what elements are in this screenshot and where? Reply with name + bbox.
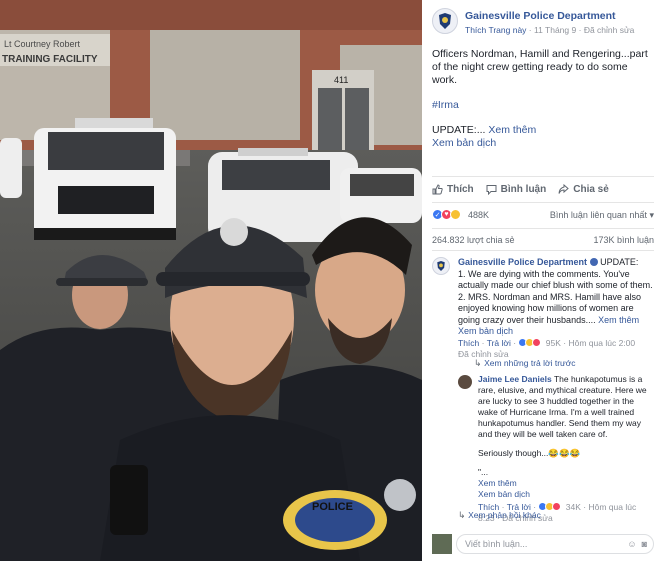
haha-reaction-icon bbox=[450, 209, 461, 220]
edited-label: Đã chỉnh sửa bbox=[583, 25, 635, 35]
update-line: UPDATE:... Xem thêm bbox=[432, 124, 654, 137]
comment-input[interactable]: Viết bình luận... ☺ ◙ bbox=[456, 534, 654, 554]
comment-lead: UPDATE: bbox=[600, 257, 639, 267]
divider bbox=[432, 228, 654, 229]
write-comment: Viết bình luận... ☺ ◙ bbox=[432, 534, 654, 556]
comment: Gainesville Police Department UPDATE: 1.… bbox=[458, 257, 654, 361]
thumbs-up-icon bbox=[432, 183, 443, 194]
comment-bubble-icon bbox=[486, 184, 497, 195]
reply-ellipsis: "... bbox=[478, 467, 489, 477]
comment-like-link[interactable]: Thích bbox=[458, 338, 479, 348]
share-arrow-icon bbox=[558, 183, 569, 194]
like-page-link[interactable]: Thích Trang này bbox=[465, 25, 526, 35]
like-label: Thích bbox=[447, 183, 474, 195]
post-date-link[interactable]: 11 Tháng 9 bbox=[534, 25, 576, 35]
post-sidebar: Gainesville Police Department Thích Tran… bbox=[422, 0, 660, 561]
reply: Jaime Lee Daniels The hunkapotumus is a … bbox=[478, 374, 654, 524]
comment-sort-dropdown[interactable]: Bình luận liên quan nhất ▾ bbox=[550, 210, 654, 221]
reply-translate-link[interactable]: Xem bản dịch bbox=[478, 489, 654, 500]
comment-see-more-link[interactable]: Xem thêm bbox=[598, 315, 639, 325]
facebook-photo-viewer: Lt Courtney Robert TRAINING FACILITY 411 bbox=[0, 0, 660, 561]
comment-line2-wrap: 2. MRS. Nordman and MRS. Hamill have als… bbox=[458, 292, 654, 327]
post-body: Officers Nordman, Hamill and Rengering..… bbox=[432, 48, 654, 150]
sign-line1: Lt Courtney Robert bbox=[4, 39, 81, 49]
building-sign: Lt Courtney Robert TRAINING FACILITY bbox=[0, 34, 110, 66]
verified-icon bbox=[589, 258, 598, 266]
sign-line2: TRAINING FACILITY bbox=[2, 54, 98, 65]
reply-text2-wrap: Seriously though...😂😂😂 bbox=[478, 448, 654, 459]
hashtag-link[interactable]: #Irma bbox=[432, 99, 654, 112]
emoji-icon[interactable]: ☺ bbox=[627, 539, 636, 549]
photo-illustration: Lt Courtney Robert TRAINING FACILITY 411 bbox=[0, 0, 422, 561]
police-suv bbox=[34, 118, 176, 240]
post-photo[interactable]: Lt Courtney Robert TRAINING FACILITY 411 bbox=[0, 0, 422, 561]
reply-text2: Seriously though... bbox=[478, 448, 549, 458]
more-replies-link[interactable]: ↳ Xem phản hồi khác bbox=[458, 510, 654, 522]
police-patch: POLICE bbox=[283, 490, 387, 550]
user-avatar[interactable] bbox=[432, 534, 452, 554]
comment-reply-link[interactable]: Trả lời bbox=[487, 338, 511, 348]
comment-reaction-count[interactable]: 95K bbox=[546, 338, 561, 348]
comment-input-placeholder: Viết bình luận... bbox=[465, 539, 528, 549]
comment-avatar[interactable] bbox=[432, 257, 450, 275]
post-header: Gainesville Police Department Thích Tran… bbox=[432, 8, 654, 42]
update-prefix: UPDATE:... bbox=[432, 124, 486, 136]
post-stats: 264.832 lượt chia sẻ 173K bình luận bbox=[432, 235, 654, 247]
comment-translate-link[interactable]: Xem bản dịch bbox=[458, 326, 654, 338]
comment-time[interactable]: Hôm qua lúc 2:00 bbox=[569, 338, 636, 348]
comment-label: Bình luận bbox=[500, 183, 547, 195]
previous-replies-link[interactable]: ↳ Xem những trả lời trước bbox=[474, 358, 654, 370]
reaction-count[interactable]: 488K bbox=[468, 210, 489, 220]
comment-author-link[interactable]: Gainesville Police Department bbox=[458, 257, 587, 267]
comment-meta: Thích · Trả lời · 95K · Hôm qua lúc 2:00 bbox=[458, 337, 654, 350]
reply-arrow-icon: ↳ bbox=[458, 510, 466, 520]
love-reaction-icon bbox=[532, 337, 542, 347]
share-count[interactable]: 264.832 lượt chia sẻ bbox=[432, 235, 514, 245]
more-replies-label: Xem phản hồi khác bbox=[468, 510, 541, 520]
laughing-emoji-icon: 😂😂😂 bbox=[548, 448, 581, 458]
reply-author-link[interactable]: Jaime Lee Daniels bbox=[478, 374, 552, 384]
page-avatar[interactable] bbox=[432, 8, 458, 34]
post-actions: Thích Bình luận Chia sẻ bbox=[432, 181, 654, 197]
divider bbox=[432, 176, 654, 177]
door-number: 411 bbox=[334, 75, 348, 85]
page-name-link[interactable]: Gainesville Police Department bbox=[465, 10, 616, 22]
post-text: Officers Nordman, Hamill and Rengering..… bbox=[432, 48, 648, 86]
comment-input-icons: ☺ ◙ bbox=[627, 539, 647, 549]
comment-line1: 1. We are dying with the comments. You'v… bbox=[458, 268, 653, 291]
camera-icon[interactable]: ◙ bbox=[642, 539, 647, 549]
comment-body: Gainesville Police Department UPDATE: bbox=[458, 257, 654, 269]
chevron-down-icon: ▾ bbox=[649, 210, 654, 220]
share-button[interactable]: Chia sẻ bbox=[558, 183, 609, 195]
see-more-link[interactable]: Xem thêm bbox=[488, 124, 536, 136]
reply-body: Jaime Lee Daniels The hunkapotumus is a … bbox=[478, 374, 654, 440]
reactions-bar: ✓ ♥ 488K Bình luận liên quan nhất ▾ bbox=[432, 209, 654, 223]
reply-arrow-icon: ↳ bbox=[474, 358, 482, 368]
share-label: Chia sẻ bbox=[573, 183, 609, 195]
reply-avatar[interactable] bbox=[458, 375, 472, 389]
previous-replies-label: Xem những trả lời trước bbox=[484, 358, 576, 368]
post-meta: Thích Trang này · 11 Tháng 9 · Đã chỉnh … bbox=[465, 25, 634, 35]
divider bbox=[432, 250, 654, 251]
reply-see-more-link[interactable]: Xem thêm bbox=[478, 478, 654, 489]
comment-button[interactable]: Bình luận bbox=[486, 183, 547, 195]
reaction-icons[interactable]: ✓ ♥ bbox=[432, 209, 461, 220]
comment-count[interactable]: 173K bình luận bbox=[593, 235, 654, 245]
comment-sort-label: Bình luận liên quan nhất bbox=[549, 210, 647, 220]
divider bbox=[432, 202, 654, 203]
like-button[interactable]: Thích bbox=[432, 184, 474, 195]
police-badge-icon bbox=[439, 13, 451, 29]
patch-text: POLICE bbox=[312, 501, 353, 513]
police-badge-icon bbox=[437, 261, 445, 271]
see-translation-link[interactable]: Xem bản dịch bbox=[432, 137, 654, 150]
